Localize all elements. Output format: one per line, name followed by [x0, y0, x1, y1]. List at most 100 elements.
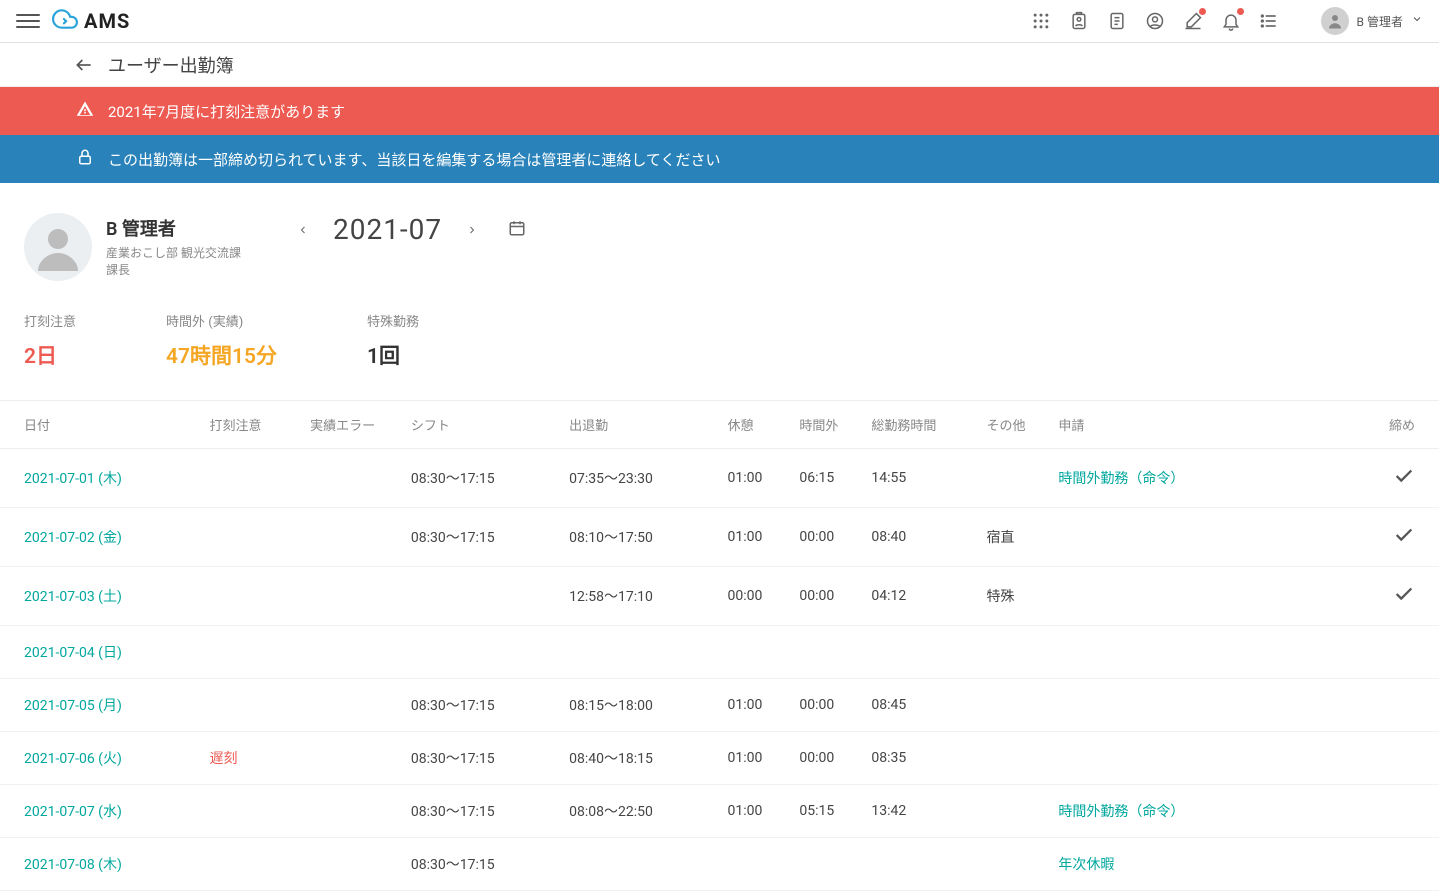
brand-logo[interactable]: AMS: [52, 6, 130, 37]
col-attention: 打刻注意: [201, 401, 302, 449]
user-circle-icon[interactable]: [1145, 11, 1165, 31]
cell-break: 01:00: [727, 803, 762, 819]
list-icon[interactable]: [1259, 11, 1279, 31]
cell-shift: 08:30～17:15: [411, 804, 495, 820]
profile-block: B 管理者 産業おこし部 観光交流課 課長: [24, 213, 241, 281]
attendance-table: 日付 打刻注意 実績エラー シフト 出退勤 休憩 時間外 総勤務時間 その他 申…: [0, 400, 1439, 891]
cell-total: 08:40: [871, 529, 906, 545]
month-label: 2021-07: [333, 213, 442, 246]
profile-dept-line2: 課長: [106, 262, 241, 279]
hamburger-menu-icon[interactable]: [16, 9, 40, 33]
cell-date[interactable]: 2021-07-04 (日): [24, 645, 122, 661]
avatar-large-icon: [24, 213, 92, 281]
col-other: その他: [978, 401, 1050, 449]
summary-section: B 管理者 産業おこし部 観光交流課 課長 2021-07: [0, 183, 1439, 301]
month-selector: 2021-07: [291, 213, 526, 246]
cell-other: 宿直: [986, 530, 1014, 546]
document-icon[interactable]: [1107, 11, 1127, 31]
cell-application[interactable]: 時間外勤務（命令）: [1058, 471, 1184, 487]
cell-date[interactable]: 2021-07-06 (火): [24, 751, 122, 767]
top-nav-bar: AMS B 管理者: [0, 0, 1439, 43]
profile-name: B 管理者: [106, 215, 241, 241]
table-row: 2021-07-07 (水) 08:30～17:15 08:08～22:50 01:0…: [0, 785, 1439, 838]
table-row: 2021-07-06 (火)遅刻08:30～17:1508:40～18:1501…: [0, 732, 1439, 785]
lock-icon: [76, 148, 94, 170]
cell-break: 01:00: [727, 529, 762, 545]
cell-shift: 08:30～17:15: [411, 857, 495, 873]
cell-break: 00:00: [727, 588, 762, 604]
check-icon: [1393, 524, 1415, 546]
cell-total: 08:45: [871, 697, 906, 713]
table-row: 2021-07-03 (土)12:58～17:1000:0000:0004:12…: [0, 567, 1439, 626]
stat-special: 特殊勤務 1回: [367, 311, 419, 370]
cell-total: 13:42: [871, 803, 906, 819]
cell-inout: 08:15～18:00: [569, 698, 653, 714]
cell-inout: 08:10～17:50: [569, 530, 653, 546]
cell-inout: 08:40～18:15: [569, 751, 653, 767]
table-row: 2021-07-04 (日): [0, 626, 1439, 679]
cell-total: 08:35: [871, 750, 906, 766]
bell-icon[interactable]: [1221, 11, 1241, 31]
notification-dot: [1237, 8, 1244, 15]
table-row: 2021-07-05 (月) 08:30～17:15 08:15～18:00 01:0…: [0, 679, 1439, 732]
col-break: 休憩: [719, 401, 791, 449]
check-icon: [1393, 465, 1415, 487]
col-overtime: 時間外: [791, 401, 863, 449]
cell-inout: 12:58～17:10: [569, 589, 653, 605]
col-close: 締め: [1309, 401, 1439, 449]
col-date: 日付: [0, 401, 201, 449]
cell-date[interactable]: 2021-07-01 (木): [24, 471, 122, 487]
cell-overtime: 05:15: [799, 803, 834, 819]
user-menu[interactable]: B 管理者: [1321, 7, 1423, 35]
cell-total: 04:12: [871, 588, 906, 604]
table-row: 2021-07-01 (木)08:30～17:1507:35～23:3001:0…: [0, 449, 1439, 508]
avatar-small-icon: [1321, 7, 1349, 35]
alert-warning: 2021年7月度に打刻注意があります: [0, 87, 1439, 135]
stat-label: 時間外 (実績): [166, 311, 277, 330]
alert-info: この出勤簿は一部締め切られています、当該日を編集する場合は管理者に連絡してくださ…: [0, 135, 1439, 183]
topbar-left: AMS: [16, 6, 130, 37]
badge-id-icon[interactable]: [1069, 11, 1089, 31]
warning-triangle-icon: [76, 100, 94, 122]
cell-date[interactable]: 2021-07-02 (金): [24, 530, 122, 546]
back-arrow-icon[interactable]: [74, 55, 94, 75]
stat-value: 47時間15分: [166, 340, 277, 370]
month-next-button[interactable]: [460, 218, 484, 242]
cell-application[interactable]: 年次休暇: [1058, 857, 1114, 873]
cell-other: 特殊: [986, 589, 1014, 605]
cell-inout: 07:35～23:30: [569, 471, 653, 487]
cell-date[interactable]: 2021-07-07 (水): [24, 804, 122, 820]
table-row: 2021-07-08 (木) 08:30～17:15 年次休暇: [0, 838, 1439, 891]
notification-dot: [1199, 8, 1206, 15]
apps-grid-icon[interactable]: [1031, 11, 1051, 31]
cell-overtime: 00:00: [799, 697, 834, 713]
cell-inout: 08:08～22:50: [569, 804, 653, 820]
alert-warning-text: 2021年7月度に打刻注意があります: [108, 101, 345, 122]
eraser-icon[interactable]: [1183, 11, 1203, 31]
chevron-down-icon: [1411, 13, 1423, 29]
cell-break: 01:00: [727, 750, 762, 766]
cell-overtime: 00:00: [799, 529, 834, 545]
calendar-icon[interactable]: [508, 219, 526, 241]
month-prev-button[interactable]: [291, 218, 315, 242]
stats-row: 打刻注意 2日 時間外 (実績) 47時間15分 特殊勤務 1回: [0, 301, 1439, 400]
cell-shift: 08:30～17:15: [411, 698, 495, 714]
col-error: 実績エラー: [302, 401, 403, 449]
user-chip-name: B 管理者: [1357, 13, 1403, 30]
col-application: 申請: [1050, 401, 1309, 449]
stat-label: 特殊勤務: [367, 311, 419, 330]
cell-date[interactable]: 2021-07-05 (月): [24, 698, 122, 714]
col-shift: シフト: [403, 401, 561, 449]
cell-break: 01:00: [727, 470, 762, 486]
alert-info-text: この出勤簿は一部締め切られています、当該日を編集する場合は管理者に連絡してくださ…: [108, 149, 720, 170]
col-total: 総勤務時間: [863, 401, 978, 449]
cell-date[interactable]: 2021-07-03 (土): [24, 589, 122, 605]
cell-date[interactable]: 2021-07-08 (木): [24, 857, 122, 873]
col-inout: 出退勤: [561, 401, 719, 449]
cell-application[interactable]: 時間外勤務（命令）: [1058, 804, 1184, 820]
cell-break: 01:00: [727, 697, 762, 713]
cell-total: 14:55: [871, 470, 906, 486]
cell-overtime: 00:00: [799, 750, 834, 766]
page-title: ユーザー出勤簿: [108, 52, 234, 78]
cell-shift: 08:30～17:15: [411, 751, 495, 767]
